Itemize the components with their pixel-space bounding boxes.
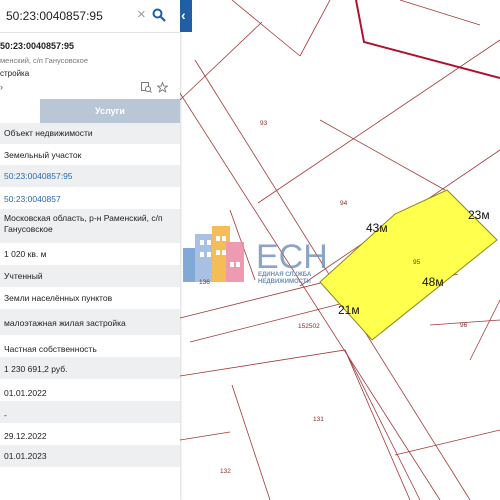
row-cadastral-number[interactable]: 50:23:0040857:95 bbox=[0, 165, 180, 187]
row-object-type: Земельный участок bbox=[4, 150, 82, 160]
row-address: Московская область, р-н Раменский, с/п Г… bbox=[0, 209, 180, 243]
parcel-label: 136 bbox=[199, 279, 210, 286]
watermark-main: ЕСН bbox=[256, 238, 328, 276]
row-dash: - bbox=[0, 401, 180, 423]
search-bar: × bbox=[0, 0, 180, 33]
row-registration-date: 29.12.2022 bbox=[4, 431, 47, 441]
watermark-line1: ЕДИНАЯ СЛУЖБА bbox=[258, 272, 312, 278]
row-cadastral-quarter[interactable]: 50:23:0040857 bbox=[0, 187, 180, 209]
parcel-label: 93 bbox=[260, 120, 268, 127]
parcel-label: 152502 bbox=[298, 323, 320, 330]
map-search-icon[interactable] bbox=[141, 82, 152, 93]
chevron-left-icon: ‹ bbox=[181, 7, 186, 23]
back-icon[interactable]: › bbox=[0, 82, 3, 92]
clear-icon[interactable]: × bbox=[137, 6, 146, 24]
row-cadastral-value: 1 230 691,2 руб. bbox=[0, 357, 180, 379]
collapse-panel-button[interactable]: ‹ bbox=[180, 0, 192, 32]
object-address: менский, с/п Ганусовское bbox=[0, 56, 89, 65]
row-permitted-use: малоэтажная жилая застройка bbox=[0, 309, 180, 335]
dimension-label: 23м bbox=[468, 208, 490, 222]
parcel-label: 96 bbox=[460, 322, 468, 329]
row-category: Земли населённых пунктов bbox=[4, 293, 113, 303]
tab-info[interactable] bbox=[0, 99, 40, 124]
object-title: 50:23:0040857:95 bbox=[0, 41, 75, 51]
search-icon[interactable] bbox=[152, 8, 166, 22]
parcel-label: 94 bbox=[340, 200, 348, 207]
search-input[interactable] bbox=[6, 7, 131, 25]
dimension-label: 21м bbox=[338, 303, 360, 317]
watermark-line2: НЕДВИЖИМОСТИ bbox=[258, 279, 311, 285]
parcel-label: 95 bbox=[413, 259, 421, 266]
info-panel: × 50:23:0040857:95 менский, с/п Ганусовс… bbox=[0, 0, 180, 500]
dimension-label: 48м bbox=[422, 275, 444, 289]
parcel-label: 132 bbox=[220, 468, 231, 475]
row-ownership: Частная собственность bbox=[4, 344, 97, 354]
row-area: 1 020 кв. м bbox=[4, 249, 47, 259]
parcel-label: 131 bbox=[313, 416, 324, 423]
tab-services[interactable]: Услуги bbox=[40, 99, 180, 123]
object-usage: стройка bbox=[0, 69, 30, 78]
row-status: Учтенный bbox=[0, 265, 180, 287]
star-icon[interactable] bbox=[157, 82, 168, 93]
dimension-label: 43м bbox=[366, 221, 388, 235]
row-value-date: 01.01.2022 bbox=[4, 388, 47, 398]
row-apply-date: 01.01.2023 bbox=[0, 445, 180, 467]
panel-tabs: Услуги bbox=[0, 99, 180, 124]
row-object-kind: Объект недвижимости bbox=[0, 123, 180, 144]
